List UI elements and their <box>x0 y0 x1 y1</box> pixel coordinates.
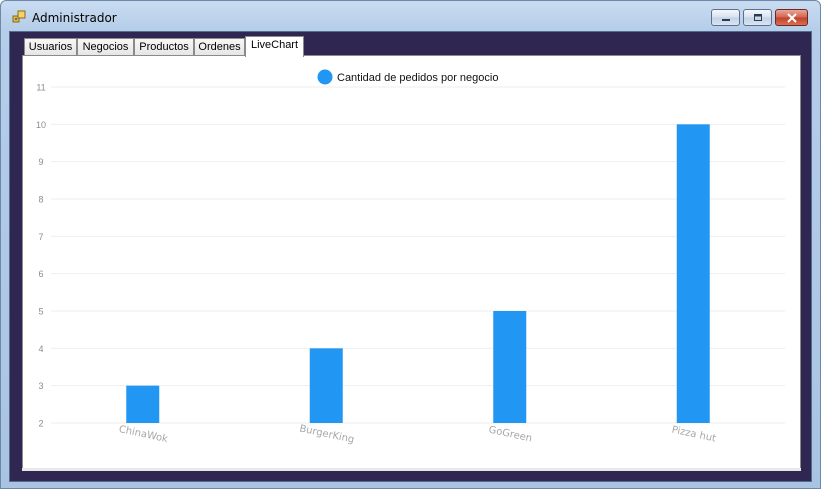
y-tick-label: 5 <box>38 307 43 317</box>
y-tick-label: 10 <box>36 120 46 130</box>
app-icon <box>12 10 26 23</box>
tab-livechart[interactable]: LiveChart <box>245 36 304 57</box>
y-tick-label: 11 <box>36 83 45 93</box>
close-button[interactable] <box>775 9 808 26</box>
x-tick-label: Pizza hut <box>671 424 717 444</box>
minimize-icon <box>712 10 739 25</box>
y-tick-label: 4 <box>38 344 43 354</box>
bar <box>309 348 343 423</box>
close-icon <box>776 10 807 25</box>
tab-negocios[interactable]: Negocios <box>77 38 134 55</box>
legend-label: Cantidad de pedidos por negocio <box>337 72 498 84</box>
y-tick-label: 3 <box>38 381 43 391</box>
form-client-area: Usuarios Negocios Productos Ordenes Live… <box>9 31 812 482</box>
minimize-button[interactable] <box>711 9 740 26</box>
tab-productos[interactable]: Productos <box>134 38 194 55</box>
tab-usuarios[interactable]: Usuarios <box>24 38 77 55</box>
tab-page-bottom-edge <box>22 468 801 471</box>
bar-chart: 2 3 4 5 6 7 8 9 10 11 ChinaWok BurgerKing GoGreen Piz… <box>36 69 785 446</box>
x-tick-label: BurgerKing <box>298 423 355 445</box>
y-tick-label: 9 <box>38 157 43 167</box>
tab-ordenes[interactable]: Ordenes <box>194 38 245 55</box>
legend-marker <box>317 69 333 85</box>
maximize-icon <box>744 10 771 25</box>
y-tick-label: 2 <box>38 419 43 429</box>
livechart-tab-page: 2 3 4 5 6 7 8 9 10 11 ChinaWok BurgerKing GoGreen Piz… <box>22 55 801 469</box>
y-tick-label: 7 <box>38 232 43 242</box>
y-tick-label: 6 <box>38 269 43 279</box>
x-tick-label: ChinaWok <box>118 424 169 445</box>
bar <box>676 124 710 423</box>
x-tick-label: GoGreen <box>488 425 533 445</box>
title-bar[interactable]: Administrador <box>1 1 820 31</box>
bar <box>126 385 160 423</box>
bar <box>493 311 527 423</box>
y-tick-label: 8 <box>38 195 43 205</box>
window-title: Administrador <box>32 11 117 25</box>
app-window: Administrador Usuarios Negocios Producto… <box>0 0 821 489</box>
maximize-button[interactable] <box>743 9 772 26</box>
